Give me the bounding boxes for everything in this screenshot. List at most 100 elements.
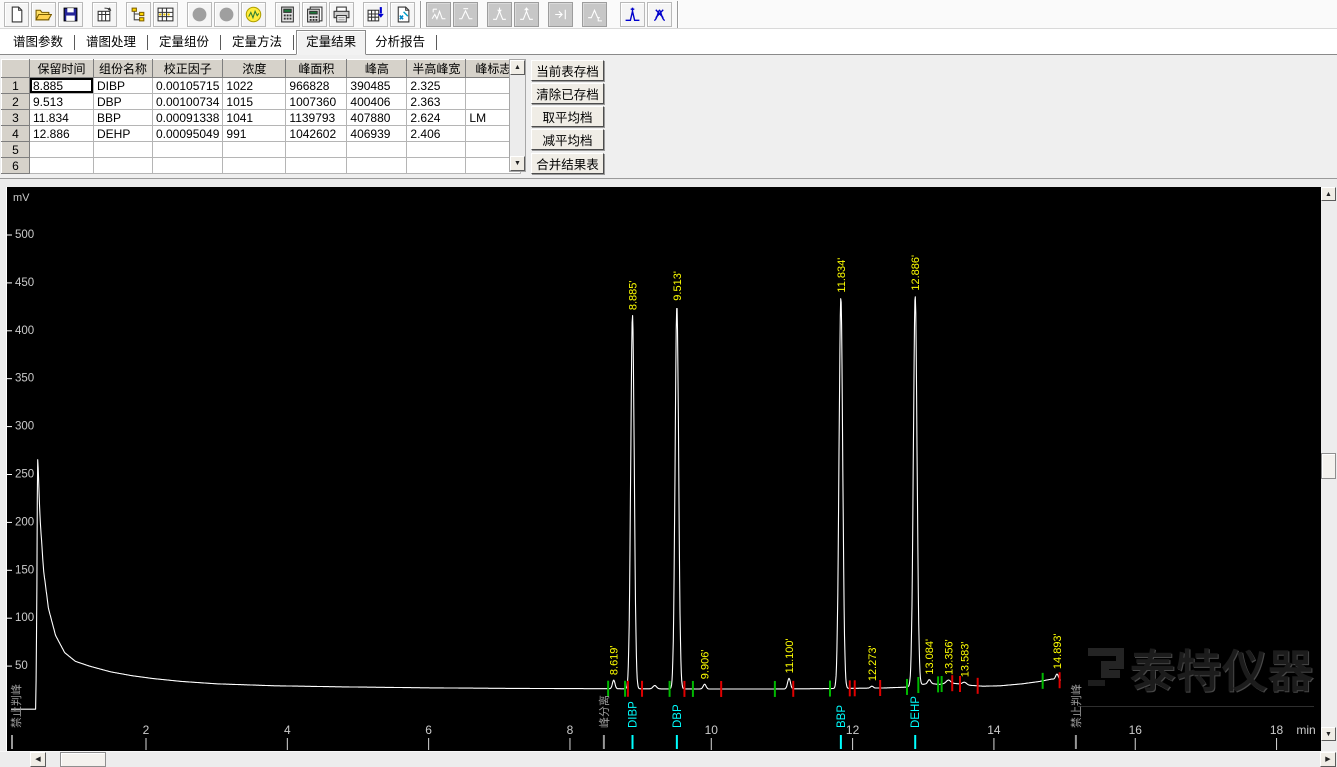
cell[interactable] <box>286 158 347 174</box>
cell[interactable] <box>153 158 223 174</box>
plot-scroll-up-icon[interactable]: ▲ <box>1321 187 1336 201</box>
peak-start-tool-button[interactable] <box>426 2 451 27</box>
cell[interactable]: 2.406 <box>407 126 466 142</box>
cell[interactable]: 0.00105715 <box>153 78 223 94</box>
cell[interactable]: 11.834 <box>30 110 94 126</box>
cell[interactable]: 991 <box>223 126 286 142</box>
cell[interactable]: 1139793 <box>286 110 347 126</box>
import-table-button[interactable] <box>363 2 388 27</box>
row-number[interactable]: 6 <box>2 158 30 174</box>
channel-b-stopped-icon <box>218 6 235 23</box>
cell[interactable]: 400406 <box>347 94 407 110</box>
edit-annotations-button[interactable] <box>390 2 415 27</box>
table-vertical-scrollbar[interactable]: ▲ ▼ <box>509 59 526 172</box>
chromatogram-plot[interactable]: 泰特仪器 mV501001502002503003504004505002468… <box>6 187 1321 751</box>
new-file-icon <box>8 6 25 23</box>
plot-vscroll-thumb[interactable] <box>1321 453 1336 479</box>
tab-定量方法[interactable]: 定量方法 <box>223 32 291 54</box>
archive-button-合并结果表[interactable]: 合并结果表 <box>531 153 604 174</box>
cell[interactable] <box>407 158 466 174</box>
channel-a-stopped-button[interactable] <box>187 2 212 27</box>
cell[interactable]: 12.886 <box>30 126 94 142</box>
new-file-button[interactable] <box>4 2 29 27</box>
archive-button-清除已存档[interactable]: 清除已存档 <box>531 83 604 104</box>
cell[interactable]: 9.513 <box>30 94 94 110</box>
cell[interactable] <box>94 158 153 174</box>
cell[interactable]: 1022 <box>223 78 286 94</box>
tab-定量组份[interactable]: 定量组份 <box>150 32 218 54</box>
cell[interactable]: 1041 <box>223 110 286 126</box>
tab-谱图参数[interactable]: 谱图参数 <box>4 32 72 54</box>
row-number[interactable]: 5 <box>2 142 30 158</box>
print-report-button[interactable] <box>329 2 354 27</box>
plot-vertical-scrollbar[interactable]: ▲ ▼ <box>1321 187 1337 742</box>
plot-scroll-right-icon[interactable]: ▶ <box>1320 752 1336 767</box>
archive-button-减平均档[interactable]: 减平均档 <box>531 129 604 150</box>
cell[interactable]: 1042602 <box>286 126 347 142</box>
table-scroll-up-icon[interactable]: ▲ <box>510 60 525 75</box>
row-number[interactable]: 1 <box>2 78 30 94</box>
cell[interactable]: 390485 <box>347 78 407 94</box>
component-tree-button[interactable] <box>126 2 151 27</box>
cell[interactable] <box>153 142 223 158</box>
plot-scroll-down-icon[interactable]: ▼ <box>1321 727 1336 741</box>
cell[interactable]: 966828 <box>286 78 347 94</box>
cell[interactable]: DBP <box>94 94 153 110</box>
cell[interactable]: 0.00095049 <box>153 126 223 142</box>
plot-scroll-left-icon[interactable]: ◀ <box>30 752 46 767</box>
cell[interactable]: 407880 <box>347 110 407 126</box>
open-file-button[interactable] <box>31 2 56 27</box>
add-peak-tool-button[interactable] <box>487 2 512 27</box>
cell[interactable]: 2.325 <box>407 78 466 94</box>
tab-分析报告[interactable]: 分析报告 <box>366 32 434 54</box>
archive-button-取平均档[interactable]: 取平均档 <box>531 106 604 127</box>
cell[interactable]: DEHP <box>94 126 153 142</box>
cell[interactable]: 0.00100734 <box>153 94 223 110</box>
cell[interactable]: 406939 <box>347 126 407 142</box>
cell[interactable] <box>286 142 347 158</box>
tab-谱图处理[interactable]: 谱图处理 <box>77 32 145 54</box>
cell[interactable] <box>30 158 94 174</box>
edit-annotations-icon <box>394 6 411 23</box>
cell[interactable]: BBP <box>94 110 153 126</box>
cell[interactable] <box>30 142 94 158</box>
cell[interactable] <box>94 142 153 158</box>
retention-time-label: 12.886' <box>910 255 922 291</box>
cell[interactable] <box>347 158 407 174</box>
save-file-button[interactable] <box>58 2 83 27</box>
cell[interactable] <box>223 142 286 158</box>
peak-split-tool-button[interactable] <box>647 2 672 27</box>
channel-b-stopped-button[interactable] <box>214 2 239 27</box>
shift-baseline-tool-button[interactable] <box>548 2 573 27</box>
plot-horizontal-scrollbar[interactable]: ◀ ▶ <box>0 751 1337 767</box>
batch-calculate-button[interactable] <box>302 2 327 27</box>
acquisition-signal-button[interactable] <box>241 2 266 27</box>
cell[interactable]: DIBP <box>94 78 153 94</box>
row-number[interactable]: 4 <box>2 126 30 142</box>
peak-stop-tool-button[interactable] <box>453 2 478 27</box>
calculate-result-button[interactable] <box>275 2 300 27</box>
cell[interactable] <box>223 158 286 174</box>
cell[interactable]: 2.624 <box>407 110 466 126</box>
report-archive-icon <box>96 6 113 23</box>
cell[interactable]: 8.885 <box>30 78 94 94</box>
row-number[interactable]: 3 <box>2 110 30 126</box>
table-scroll-down-icon[interactable]: ▼ <box>510 156 525 171</box>
baseline-corner-tool-button[interactable] <box>582 2 607 27</box>
cell[interactable]: 1007360 <box>286 94 347 110</box>
cell[interactable]: 1015 <box>223 94 286 110</box>
x-tick-label: 4 <box>284 723 291 737</box>
plot-hscroll-thumb[interactable] <box>60 752 106 767</box>
sequence-grid-button[interactable] <box>153 2 178 27</box>
cell[interactable]: 2.363 <box>407 94 466 110</box>
chromatogram-svg: mV50100150200250300350400450500246810121… <box>6 187 1321 751</box>
report-archive-button[interactable] <box>92 2 117 27</box>
cell[interactable] <box>347 142 407 158</box>
drop-peak-tool-button[interactable] <box>514 2 539 27</box>
archive-button-当前表存档[interactable]: 当前表存档 <box>531 60 604 81</box>
cell[interactable]: 0.00091338 <box>153 110 223 126</box>
manual-peak-tool-button[interactable] <box>620 2 645 27</box>
cell[interactable] <box>407 142 466 158</box>
tab-定量结果[interactable]: 定量结果 <box>296 30 366 55</box>
row-number[interactable]: 2 <box>2 94 30 110</box>
